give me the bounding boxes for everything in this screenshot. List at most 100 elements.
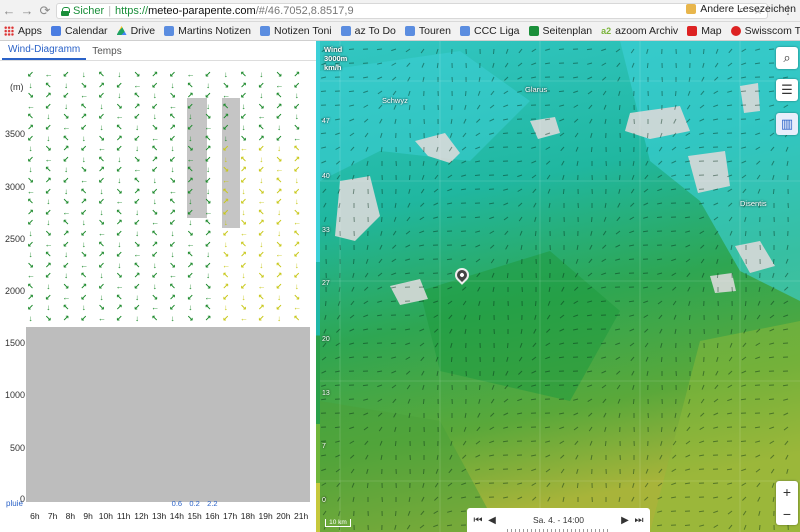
wind-barb: ↘ [44, 313, 52, 323]
wind-barb: ↗ [169, 292, 176, 302]
wind-barb: ↓ [170, 229, 175, 238]
forward-icon[interactable]: → [18, 2, 36, 20]
tab-wind-diagram[interactable]: Wind-Diagramm [2, 41, 87, 60]
wind-barb: ↙ [293, 250, 301, 260]
bookmark-item[interactable]: Touren [404, 25, 451, 37]
calendar-icon [50, 26, 61, 36]
wind-barb: ↙ [62, 70, 70, 79]
document-icon [340, 26, 351, 36]
bookmark-label: azoom Archiv [615, 25, 679, 37]
wind-barb: ↙ [222, 123, 230, 132]
wind-barb: ↓ [117, 260, 122, 270]
wind-barb: ↖ [186, 165, 194, 175]
wind-barb: ↗ [222, 282, 230, 291]
other-bookmarks[interactable]: Andere Lesezeichen [686, 3, 796, 15]
wind-barb: ↙ [133, 197, 141, 207]
wind-barb: ↘ [27, 91, 34, 101]
altitude-tick: 3000 [4, 182, 25, 192]
wind-barb: ↖ [80, 186, 88, 196]
bookmark-label: az To Do [354, 25, 396, 37]
wind-barb: ↙ [240, 91, 247, 101]
wind-barb: ↖ [186, 80, 194, 90]
first-frame-icon[interactable]: ⏮ [471, 515, 485, 526]
bookmark-item[interactable]: Notizen Toni [260, 25, 332, 37]
chart-button[interactable]: ▥ [776, 113, 798, 135]
wind-barb: ↙ [133, 218, 141, 228]
bookmark-item[interactable]: Swisscom TV [730, 25, 800, 37]
wind-barb: ↓ [28, 80, 33, 90]
rain-value [97, 499, 115, 508]
next-frame-icon[interactable]: ▶ [618, 515, 632, 526]
wind-barb: ↙ [240, 176, 247, 185]
wind-barb: ↙ [27, 239, 34, 249]
bookmark-item[interactable]: az To Do [340, 25, 396, 37]
wind-barb: ↙ [62, 260, 70, 270]
wind-barb: ↖ [133, 260, 141, 270]
legend-subtitle: 3000m [324, 54, 348, 63]
wind-barb: ↖ [62, 133, 70, 143]
wind-barb: ↙ [240, 112, 247, 122]
hour-label: 7h [47, 511, 58, 521]
bookmark-item[interactable]: Martins Notizen [164, 25, 251, 37]
wind-barb: ↘ [151, 207, 159, 217]
wind-barb: ↗ [80, 197, 88, 207]
wind-barb: ← [115, 282, 124, 291]
wind-barb: ↓ [117, 154, 122, 164]
tab-temps[interactable]: Temps [86, 43, 127, 60]
wind-barb: ↙ [98, 197, 105, 207]
wind-barb: ↘ [240, 218, 247, 228]
bookmark-item[interactable]: a2 azoom Archiv [601, 25, 678, 37]
wind-barb: ↓ [46, 197, 51, 207]
hour-label: 21h [294, 511, 309, 521]
wind-barb: ← [133, 165, 142, 175]
wind-barb: ↙ [275, 282, 283, 291]
bookmark-item[interactable]: CCC Liga [459, 25, 520, 37]
wind-barb: ↓ [223, 70, 228, 79]
hour-label: 11h [116, 511, 131, 521]
map-scale: 10 km [325, 519, 351, 527]
wind-barb: ↙ [80, 144, 88, 154]
wind-barb: ↙ [293, 80, 301, 90]
bookmark-item[interactable]: Seitenplan [528, 25, 592, 37]
back-icon[interactable]: ← [0, 2, 18, 20]
wind-barb: ← [151, 133, 160, 143]
address-bar[interactable]: Sicher | https:// meteo-parapente.com /#… [56, 3, 768, 19]
bookmark-item[interactable]: Apps [4, 25, 42, 37]
wind-barb: ← [222, 260, 231, 270]
wind-barb: ↖ [240, 154, 247, 164]
zoom-in-button[interactable]: + [776, 481, 798, 503]
wind-barb: ← [275, 165, 284, 175]
wind-barb: ↓ [277, 144, 281, 154]
wind-barb: ↓ [64, 101, 68, 111]
wind-map[interactable]: Wind 3000m km/h Schwyz Glarus Disentis ⌕… [320, 41, 800, 532]
wind-barb: ↖ [222, 271, 230, 281]
wind-barb: ↖ [222, 186, 230, 196]
wind-barb: ↓ [188, 133, 193, 143]
wind-barb: ↖ [257, 123, 265, 132]
bookmark-item[interactable]: Calendar [50, 25, 108, 37]
wind-barb: ↓ [46, 112, 51, 122]
prev-frame-icon[interactable]: ◀ [485, 515, 499, 526]
wind-barb: ↓ [241, 292, 246, 302]
wind-barb: ↘ [186, 229, 194, 238]
wind-barb: ↘ [44, 229, 52, 238]
wind-barb: ↙ [98, 260, 105, 270]
url-path: /#/46.7052,8.8517,9 [255, 5, 354, 17]
bookmark-item[interactable]: Drive [116, 25, 155, 37]
wind-barb: ↓ [241, 101, 246, 111]
search-button[interactable]: ⌕ [776, 47, 798, 69]
bookmark-item[interactable]: Map [687, 25, 722, 37]
wind-barb: ↙ [133, 133, 141, 143]
zoom-out-button[interactable]: − [776, 503, 798, 525]
wind-barb: ↙ [80, 313, 88, 323]
wind-barb: ↗ [186, 176, 194, 185]
wind-barb: ↓ [259, 70, 264, 79]
reload-icon[interactable]: ⟳ [36, 2, 54, 20]
wind-barb: ↗ [293, 239, 301, 249]
wind-barb: ↘ [186, 313, 194, 323]
time-slider[interactable]: ⏮ ◀ Sa. 4. - 14:00 ▶ ⏭ [467, 508, 650, 532]
wind-barb: ↓ [28, 144, 33, 154]
last-frame-icon[interactable]: ⏭ [632, 515, 646, 526]
settings-button[interactable]: ☰ [776, 79, 798, 101]
wind-barb: ↘ [240, 133, 247, 143]
